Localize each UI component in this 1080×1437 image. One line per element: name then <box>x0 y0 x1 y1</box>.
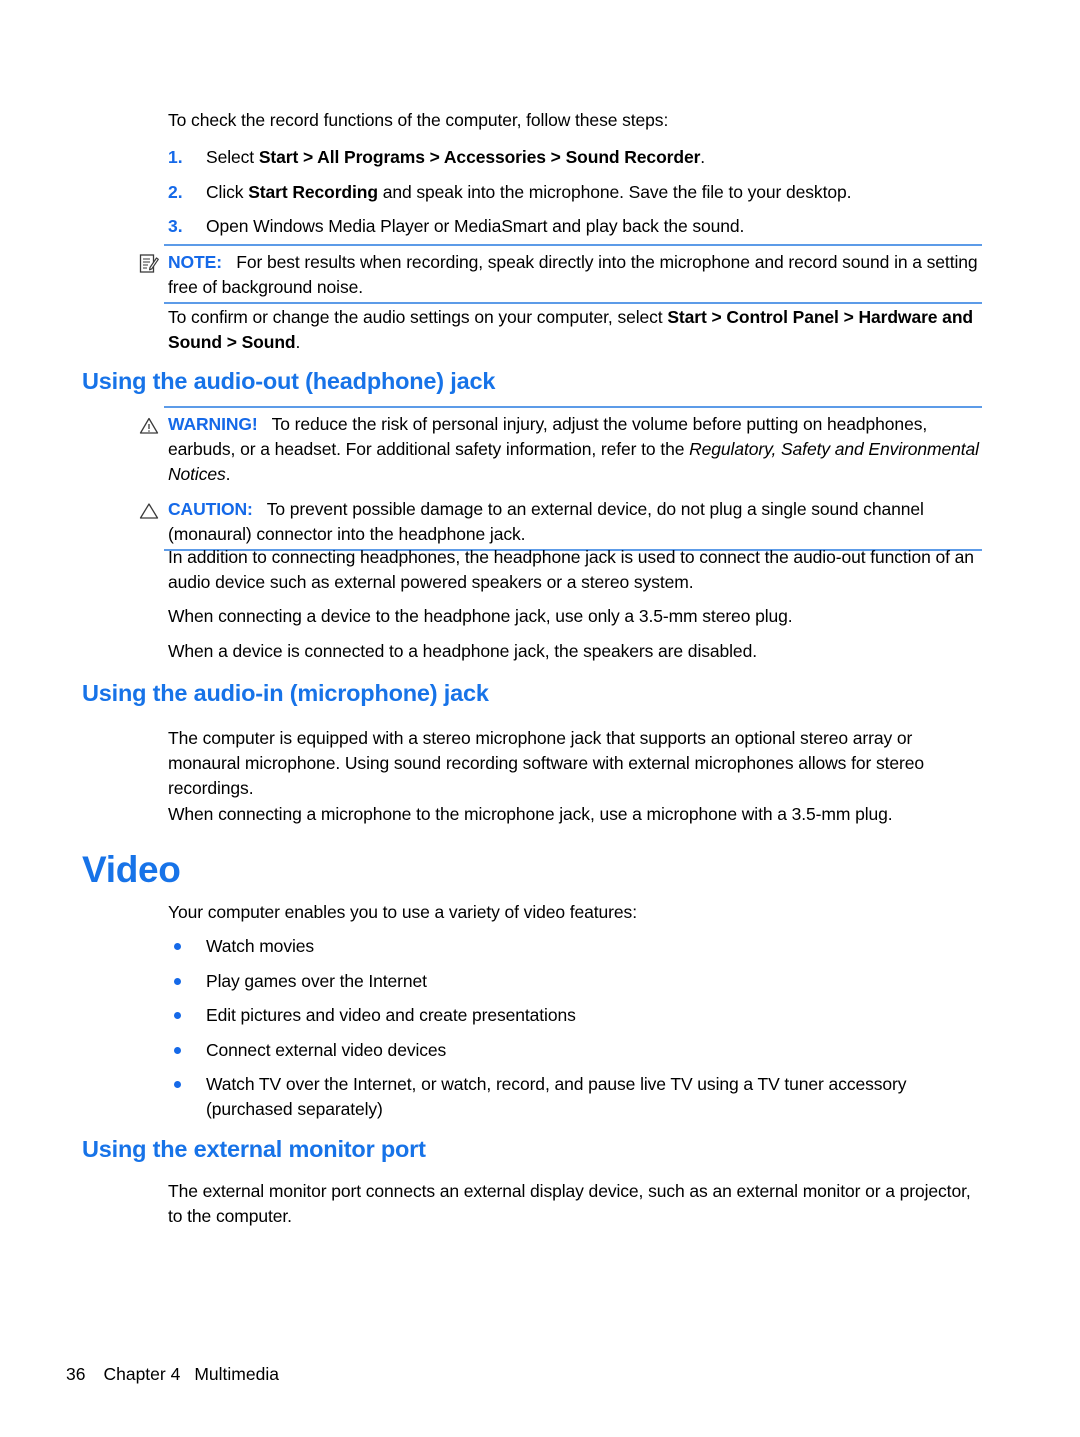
heading-audio-out-jack: Using the audio-out (headphone) jack <box>82 368 496 394</box>
headphone-paragraph-3: When a device is connected to a headphon… <box>168 639 982 664</box>
list-item-label: Play games over the Internet <box>206 971 427 991</box>
footer-chapter: Chapter 4 <box>103 1364 181 1384</box>
warning-caution-admonition: WARNING! To reduce the risk of personal … <box>138 406 982 551</box>
note-body: NOTE: For best results when recording, s… <box>138 246 982 302</box>
list-item-label: Watch TV over the Internet, or watch, re… <box>206 1074 907 1119</box>
step-text-prefix: Click <box>206 182 249 202</box>
headphone-paragraph-1-text: In addition to connecting headphones, th… <box>168 547 974 592</box>
list-item-label: Connect external video devices <box>206 1040 447 1060</box>
microphone-paragraph-2: When connecting a microphone to the micr… <box>168 802 982 827</box>
confirm-prefix: To confirm or change the audio settings … <box>168 307 668 327</box>
document-page: To check the record functions of the com… <box>0 0 1080 1437</box>
microphone-paragraph-1-text: The computer is equipped with a stereo m… <box>168 728 925 798</box>
confirm-suffix: . <box>295 332 301 352</box>
caution-text-block: CAUTION: To prevent possible damage to a… <box>168 497 982 547</box>
footer-chapter-title: Multimedia <box>194 1364 279 1384</box>
microphone-paragraph-1: The computer is equipped with a stereo m… <box>168 726 982 801</box>
confirm-paragraph: To confirm or change the audio settings … <box>168 305 982 355</box>
bullet-dot-icon <box>174 1081 181 1088</box>
footer-page-number: 36 <box>66 1364 86 1384</box>
note-text-block: NOTE: For best results when recording, s… <box>168 250 982 300</box>
step-text: Select Start > All Programs > Accessorie… <box>206 145 982 170</box>
step-number: 3. <box>168 216 183 236</box>
step-text-prefix: Open Windows Media Player or MediaSmart … <box>206 216 745 236</box>
video-intro-paragraph: Your computer enables you to use a varie… <box>168 900 982 925</box>
note-icon <box>138 253 160 275</box>
caution-triangle-icon <box>138 500 160 522</box>
step-item-3: 3. Open Windows Media Player or MediaSma… <box>168 214 982 239</box>
list-item: Edit pictures and video and create prese… <box>168 1003 982 1028</box>
list-item: Play games over the Internet <box>168 969 982 994</box>
note-admonition: NOTE: For best results when recording, s… <box>138 244 982 304</box>
heading-video: Video <box>82 849 181 890</box>
intro-paragraph: To check the record functions of the com… <box>168 108 982 133</box>
step-text-bold: Start Recording <box>248 182 378 202</box>
warning-text-after: . <box>225 464 231 484</box>
headphone-paragraph-3-text: When a device is connected to a headphon… <box>168 641 757 661</box>
page-footer: 36 Chapter 4 Multimedia <box>66 1363 279 1385</box>
step-text: Open Windows Media Player or MediaSmart … <box>206 214 982 239</box>
warning-triangle-icon <box>138 415 160 437</box>
step-text-prefix: Select <box>206 147 259 167</box>
headphone-paragraph-2: When connecting a device to the headphon… <box>168 604 982 629</box>
step-text-suffix: and speak into the microphone. Save the … <box>377 182 852 202</box>
step-text: Click Start Recording and speak into the… <box>206 180 982 205</box>
list-item: Watch TV over the Internet, or watch, re… <box>168 1072 982 1122</box>
list-item: Watch movies <box>168 934 982 959</box>
step-text-suffix: . <box>700 147 706 167</box>
list-item-label: Watch movies <box>206 936 315 956</box>
list-item-label: Edit pictures and video and create prese… <box>206 1005 576 1025</box>
caution-label: CAUTION: <box>168 499 253 519</box>
step-item-2: 2. Click Start Recording and speak into … <box>168 180 982 205</box>
step-item-1: 1. Select Start > All Programs > Accesso… <box>168 145 982 170</box>
list-item: Connect external video devices <box>168 1038 982 1063</box>
warning-body: WARNING! To reduce the risk of personal … <box>138 408 982 489</box>
heading-external-monitor-port: Using the external monitor port <box>82 1136 426 1162</box>
note-label: NOTE: <box>168 252 222 272</box>
monitor-paragraph-1: The external monitor port connects an ex… <box>168 1179 982 1229</box>
step-number: 1. <box>168 147 183 167</box>
headphone-paragraph-2-text: When connecting a device to the headphon… <box>168 606 793 626</box>
bullet-dot-icon <box>174 1012 181 1019</box>
bullet-dot-icon <box>174 943 181 950</box>
caution-body: CAUTION: To prevent possible damage to a… <box>138 493 982 549</box>
microphone-paragraph-2-text: When connecting a microphone to the micr… <box>168 804 893 824</box>
step-text-bold: Start > All Programs > Accessories > Sou… <box>258 147 701 167</box>
confirm-paragraph-text: To confirm or change the audio settings … <box>168 305 982 355</box>
note-rule-bottom <box>164 302 982 304</box>
note-text: For best results when recording, speak d… <box>168 252 978 297</box>
bullet-dot-icon <box>174 978 181 985</box>
bullet-dot-icon <box>174 1047 181 1054</box>
warning-text-block: WARNING! To reduce the risk of personal … <box>168 412 982 487</box>
warning-label: WARNING! <box>168 414 258 434</box>
step-number: 2. <box>168 182 183 202</box>
video-intro-text: Your computer enables you to use a varie… <box>168 902 637 922</box>
monitor-paragraph-1-text: The external monitor port connects an ex… <box>168 1181 971 1226</box>
heading-audio-in-jack: Using the audio-in (microphone) jack <box>82 680 489 706</box>
headphone-paragraph-1: In addition to connecting headphones, th… <box>168 545 982 595</box>
intro-paragraph-text: To check the record functions of the com… <box>168 110 669 130</box>
caution-text: To prevent possible damage to an externa… <box>168 499 924 544</box>
